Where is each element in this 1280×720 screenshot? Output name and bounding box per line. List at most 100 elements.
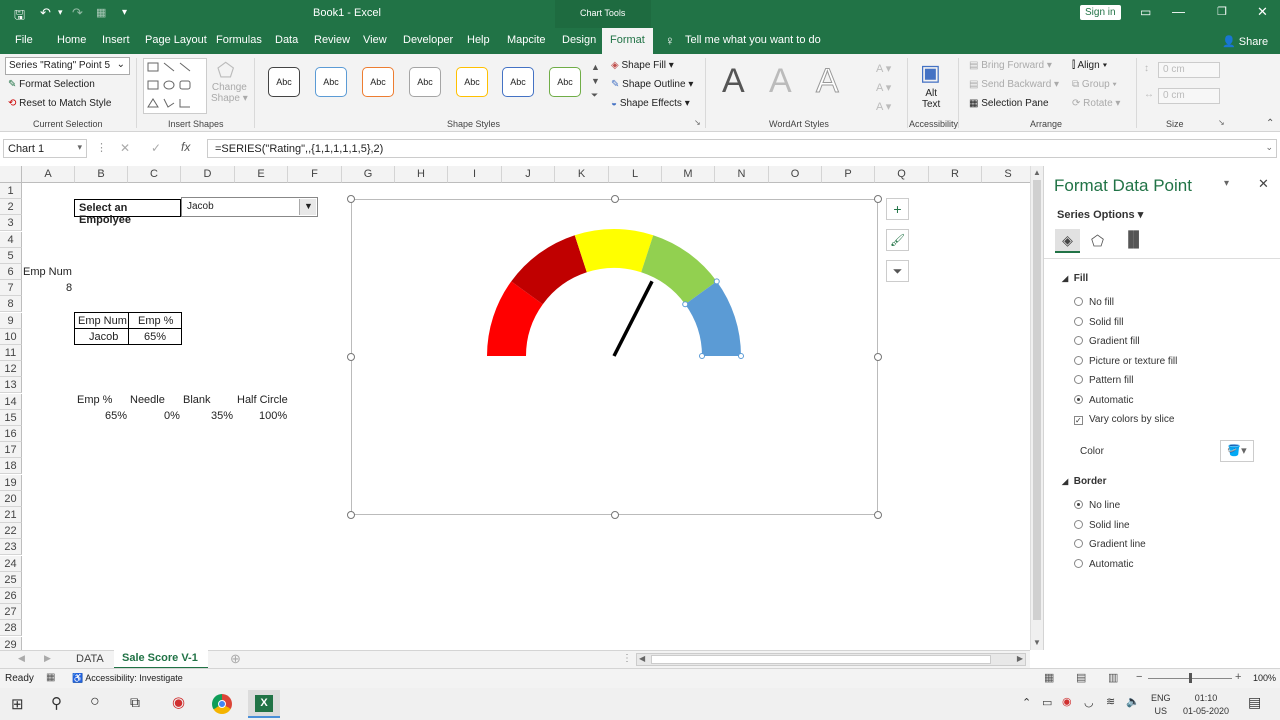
group-button[interactable]: ⧉ Group ▾ xyxy=(1072,79,1117,90)
fill-option[interactable]: Solid fill xyxy=(1074,316,1123,328)
zoom-slider-thumb[interactable] xyxy=(1189,673,1192,683)
chart-elements-dropdown[interactable]: Series "Rating" Point 5 ⌄ xyxy=(5,57,130,75)
tab-data[interactable]: Data xyxy=(275,34,298,46)
column-header[interactable]: C xyxy=(128,166,181,183)
scroll-right-icon[interactable]: ▶ xyxy=(1017,654,1023,663)
bring-forward-button[interactable]: ▤ Bring Forward ▾ xyxy=(969,60,1052,71)
align-button[interactable]: ⫿ Align ▾ xyxy=(1072,60,1107,71)
expand-formula-icon[interactable]: ⌄ xyxy=(1265,142,1273,153)
dialog-launcher-icon[interactable]: ↘ xyxy=(694,118,701,127)
series-options-dropdown[interactable]: Series Options ▾ xyxy=(1057,208,1143,221)
tab-mapcite[interactable]: Mapcite xyxy=(507,34,546,46)
radio-button[interactable] xyxy=(1074,394,1083,404)
row-header[interactable]: 12 xyxy=(0,361,22,378)
row-header[interactable]: 4 xyxy=(0,231,22,248)
task-view-icon[interactable]: ⧉ xyxy=(130,694,140,711)
insert-function-button[interactable]: fx xyxy=(181,140,190,154)
shape-height-input[interactable]: 0 cm xyxy=(1158,62,1220,78)
resize-handle[interactable] xyxy=(874,511,882,519)
collapse-ribbon-icon[interactable]: ⌃ xyxy=(1266,118,1274,129)
border-option[interactable]: Automatic xyxy=(1074,558,1133,570)
alt-text-icon[interactable]: ▣ xyxy=(920,60,941,86)
tab-developer[interactable]: Developer xyxy=(403,34,453,46)
zoom-level[interactable]: 100% xyxy=(1253,673,1276,683)
show-hidden-icons[interactable]: ⌃ xyxy=(1022,696,1031,709)
row-header[interactable]: 27 xyxy=(0,604,22,621)
border-option[interactable]: Solid line xyxy=(1074,519,1130,531)
format-selection-button[interactable]: ✎ Format Selection xyxy=(8,79,95,90)
tab-home[interactable]: Home xyxy=(57,34,86,46)
tab-insert[interactable]: Insert xyxy=(102,34,130,46)
radio-button[interactable] xyxy=(1074,519,1083,529)
employee-combo-box[interactable]: Jacob ▼ xyxy=(181,197,318,217)
shape-style-4[interactable]: Abc xyxy=(409,67,441,97)
save-icon[interactable]: 🖫 xyxy=(14,6,25,28)
row-header[interactable]: 20 xyxy=(0,490,22,507)
cancel-icon[interactable]: ✕ xyxy=(120,141,130,155)
gauge-segment[interactable] xyxy=(574,229,654,273)
gauge-needle[interactable] xyxy=(612,280,654,357)
row-header[interactable]: 29 xyxy=(0,636,22,650)
resize-handle[interactable] xyxy=(347,195,355,203)
row-header[interactable]: 21 xyxy=(0,507,22,523)
border-option[interactable]: No line xyxy=(1074,500,1120,511)
pane-options-icon[interactable]: ▾ xyxy=(1224,178,1229,189)
scrollbar-thumb[interactable] xyxy=(1033,180,1041,620)
normal-view-icon[interactable]: ▦ xyxy=(1044,671,1054,684)
effects-icon[interactable]: ⬠ xyxy=(1091,232,1104,250)
macro-record-icon[interactable]: ▦ xyxy=(46,672,55,683)
quick-print-icon[interactable]: ▦ xyxy=(96,6,106,19)
sign-in-button[interactable]: Sign in xyxy=(1080,5,1121,20)
point-selection-handle[interactable] xyxy=(682,301,689,308)
add-sheet-icon[interactable]: ⊕ xyxy=(230,651,241,667)
tab-review[interactable]: Review xyxy=(314,34,350,46)
name-box[interactable]: Chart 1 ▾ xyxy=(3,139,87,158)
zoom-in-icon[interactable]: + xyxy=(1235,671,1241,683)
page-layout-view-icon[interactable]: ▤ xyxy=(1076,671,1086,684)
row-header[interactable]: 28 xyxy=(0,620,22,637)
notifications-icon[interactable]: ▤ xyxy=(1248,694,1261,711)
recorder-app-icon[interactable]: ◉ xyxy=(172,693,185,711)
zoom-slider[interactable] xyxy=(1148,673,1232,683)
row-header[interactable]: 8 xyxy=(0,296,22,313)
row-header[interactable]: 7 xyxy=(0,280,22,297)
tab-formulas[interactable]: Formulas xyxy=(216,34,262,46)
series-options-icon[interactable]: ▐▌ xyxy=(1123,231,1144,248)
radio-button[interactable] xyxy=(1074,336,1083,345)
tell-me-search[interactable]: Tell me what you want to do xyxy=(685,34,821,46)
shape-fill-button[interactable]: ◈ Shape Fill ▾ xyxy=(611,60,674,71)
column-header[interactable]: E xyxy=(235,166,288,183)
input-language[interactable]: ENG US xyxy=(1151,692,1171,718)
undo-dropdown[interactable]: ▾ xyxy=(58,7,63,18)
customize-toolbar-icon[interactable]: ▾ xyxy=(122,7,127,18)
combo-dropdown-button[interactable]: ▼ xyxy=(299,199,316,215)
shape-style-2[interactable]: Abc xyxy=(315,67,347,97)
point-selection-handle[interactable] xyxy=(738,353,744,359)
row-header[interactable]: 23 xyxy=(0,539,22,556)
row-header[interactable]: 22 xyxy=(0,523,22,540)
fill-option[interactable]: Picture or texture fill xyxy=(1074,355,1177,367)
zoom-out-icon[interactable]: − xyxy=(1136,671,1142,683)
column-header[interactable]: K xyxy=(555,166,609,183)
maximize-button[interactable]: ❐ xyxy=(1217,5,1227,18)
next-sheet-icon[interactable]: ▶ xyxy=(44,653,51,664)
border-option[interactable]: Gradient line xyxy=(1074,539,1146,550)
column-header[interactable]: A xyxy=(22,166,75,183)
alt-text-button[interactable]: Alt Text xyxy=(922,88,940,110)
row-header[interactable]: 17 xyxy=(0,442,22,459)
row-header[interactable]: 25 xyxy=(0,571,22,588)
select-all-corner[interactable] xyxy=(0,166,22,183)
close-button[interactable]: ✕ xyxy=(1257,4,1268,20)
column-header[interactable]: D xyxy=(181,166,235,183)
accessibility-status[interactable]: ♿ Accessibility: Investigate xyxy=(72,673,183,684)
shape-width-input[interactable]: 0 cm xyxy=(1158,88,1220,104)
scroll-left-icon[interactable]: ◀ xyxy=(639,654,645,663)
chrome-icon[interactable] xyxy=(212,694,232,714)
worksheet-grid[interactable]: ABCDEFGHIJKLMNOPQRS 1 2 3 4 5 6 7 8 9 10 11 12 13 14 1… xyxy=(0,166,1030,650)
change-shape-button[interactable]: Change Shape ▾ xyxy=(211,82,248,104)
radio-button[interactable] xyxy=(1074,558,1083,568)
shape-style-1[interactable]: Abc xyxy=(268,67,300,97)
row-header[interactable]: 2 xyxy=(0,199,22,216)
column-header[interactable]: F xyxy=(288,166,342,183)
shape-style-5[interactable]: Abc xyxy=(456,67,488,97)
